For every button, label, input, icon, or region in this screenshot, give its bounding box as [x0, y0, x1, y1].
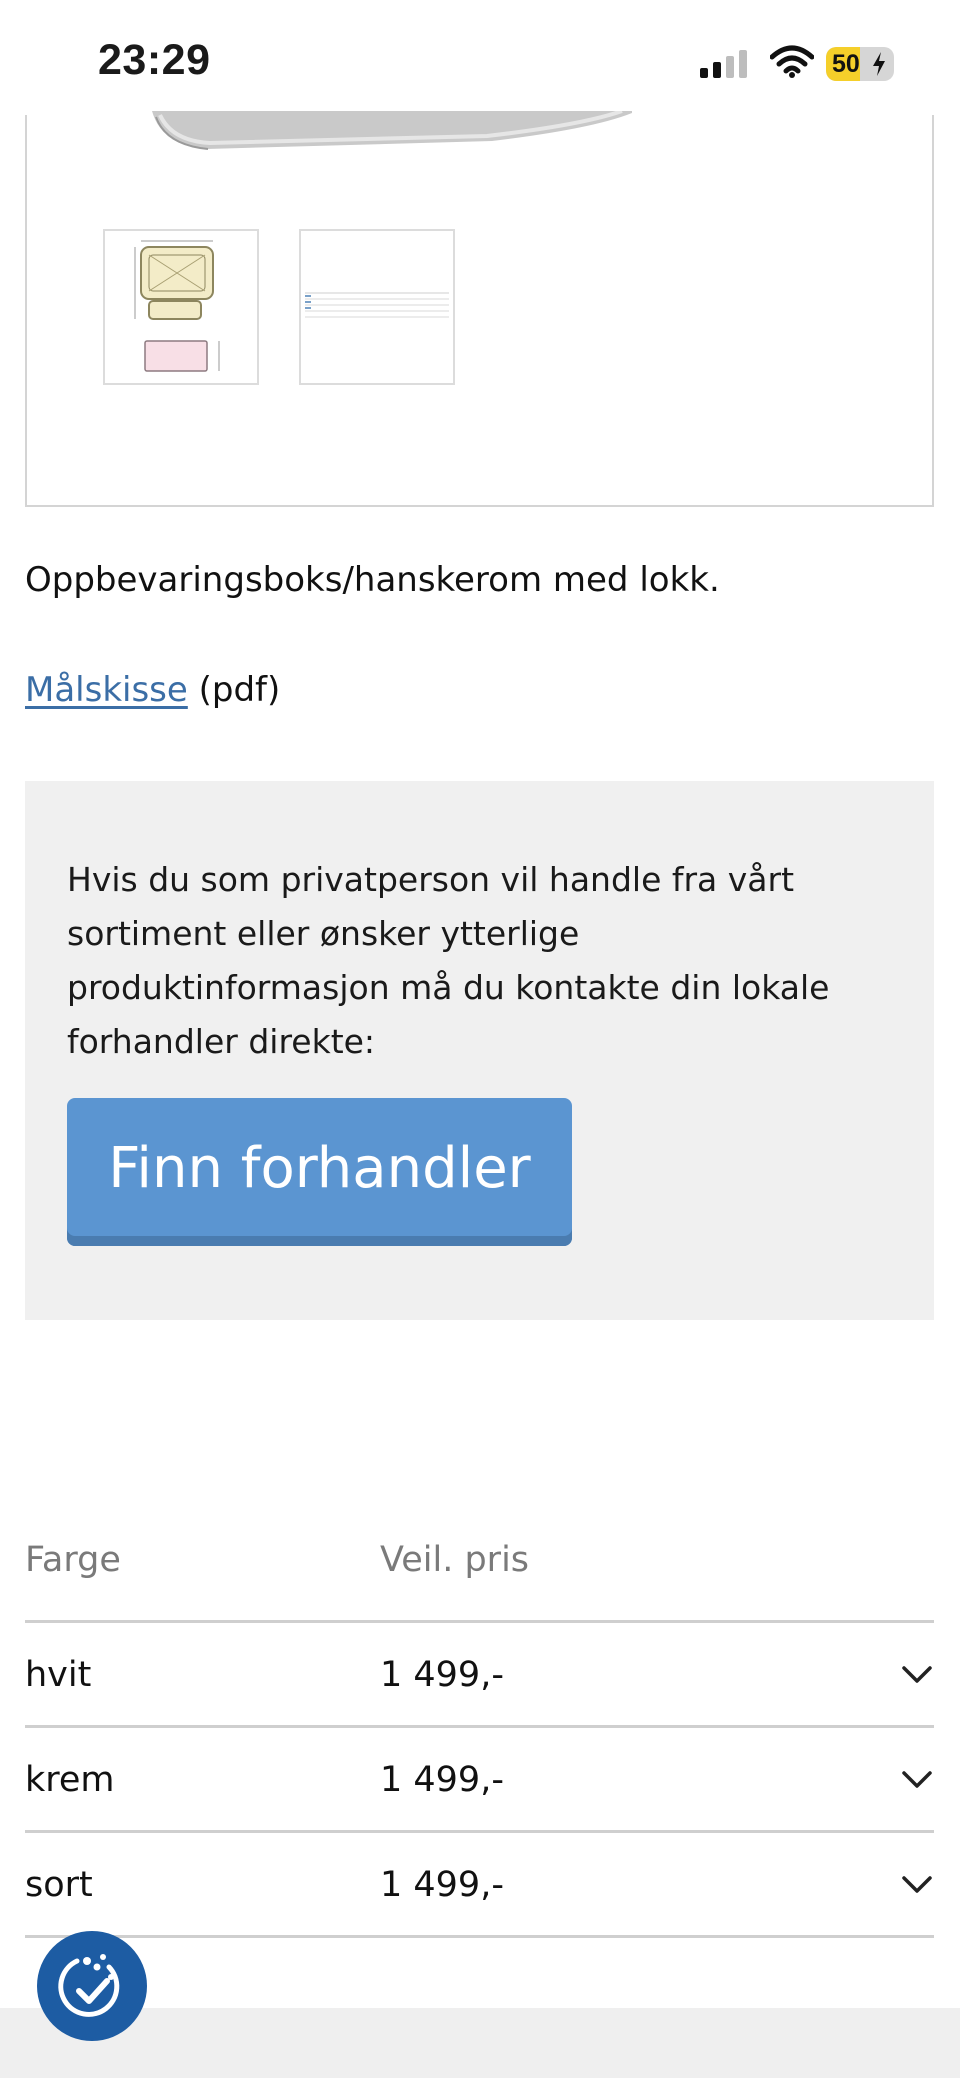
product-description: Oppbevaringsboks/hanskerom med lokk. [25, 560, 720, 600]
variants-table: Farge Veil. pris hvit 1 499,- krem 1 499… [25, 1530, 934, 1938]
variant-color: sort [25, 1865, 93, 1905]
variant-price: 1 499,- [380, 1655, 504, 1695]
variant-row-sort[interactable]: sort 1 499,- [25, 1833, 934, 1938]
chevron-down-icon[interactable] [900, 1762, 934, 1796]
variant-color: hvit [25, 1655, 92, 1695]
variants-header: Farge Veil. pris [25, 1530, 934, 1623]
cellular-signal-icon [700, 50, 747, 78]
color-column-header: Farge [25, 1540, 121, 1580]
dealer-info-text: Hvis du som privatperson vil handle fra … [67, 860, 830, 1061]
dimension-drawing-thumbnail [134, 240, 220, 372]
chevron-down-icon[interactable] [900, 1657, 934, 1691]
spec-table-thumbnail [305, 292, 449, 318]
dimension-sketch-link[interactable]: Målskisse [25, 670, 188, 710]
cookie-consent-icon [58, 1954, 120, 2017]
price-column-header: Veil. pris [380, 1540, 530, 1580]
cookie-consent-button[interactable] [37, 1931, 147, 2041]
thumbnail-spec-table[interactable] [299, 229, 455, 385]
variant-color: krem [25, 1760, 115, 1800]
variant-row-hvit[interactable]: hvit 1 499,- [25, 1623, 934, 1728]
wifi-icon [770, 45, 814, 78]
thumbnail-dimension-drawing[interactable] [103, 229, 259, 385]
clock: 23:29 [98, 36, 211, 84]
product-main-image[interactable] [152, 111, 652, 171]
product-gallery [25, 111, 934, 507]
status-bar: 23:29 50 [0, 0, 960, 115]
find-dealer-button[interactable]: Finn forhandler [67, 1098, 572, 1246]
dealer-info-box: Hvis du som privatperson vil handle fra … [25, 781, 934, 1320]
battery-level: 50 [832, 50, 860, 78]
variant-price: 1 499,- [380, 1760, 504, 1800]
charging-bolt-icon [873, 52, 885, 76]
pdf-suffix: (pdf) [198, 670, 281, 710]
variant-price: 1 499,- [380, 1865, 504, 1905]
variant-row-krem[interactable]: krem 1 499,- [25, 1728, 934, 1833]
chevron-down-icon[interactable] [900, 1867, 934, 1901]
pdf-line: Målskisse (pdf) [25, 670, 280, 710]
battery-indicator: 50 [826, 47, 894, 81]
